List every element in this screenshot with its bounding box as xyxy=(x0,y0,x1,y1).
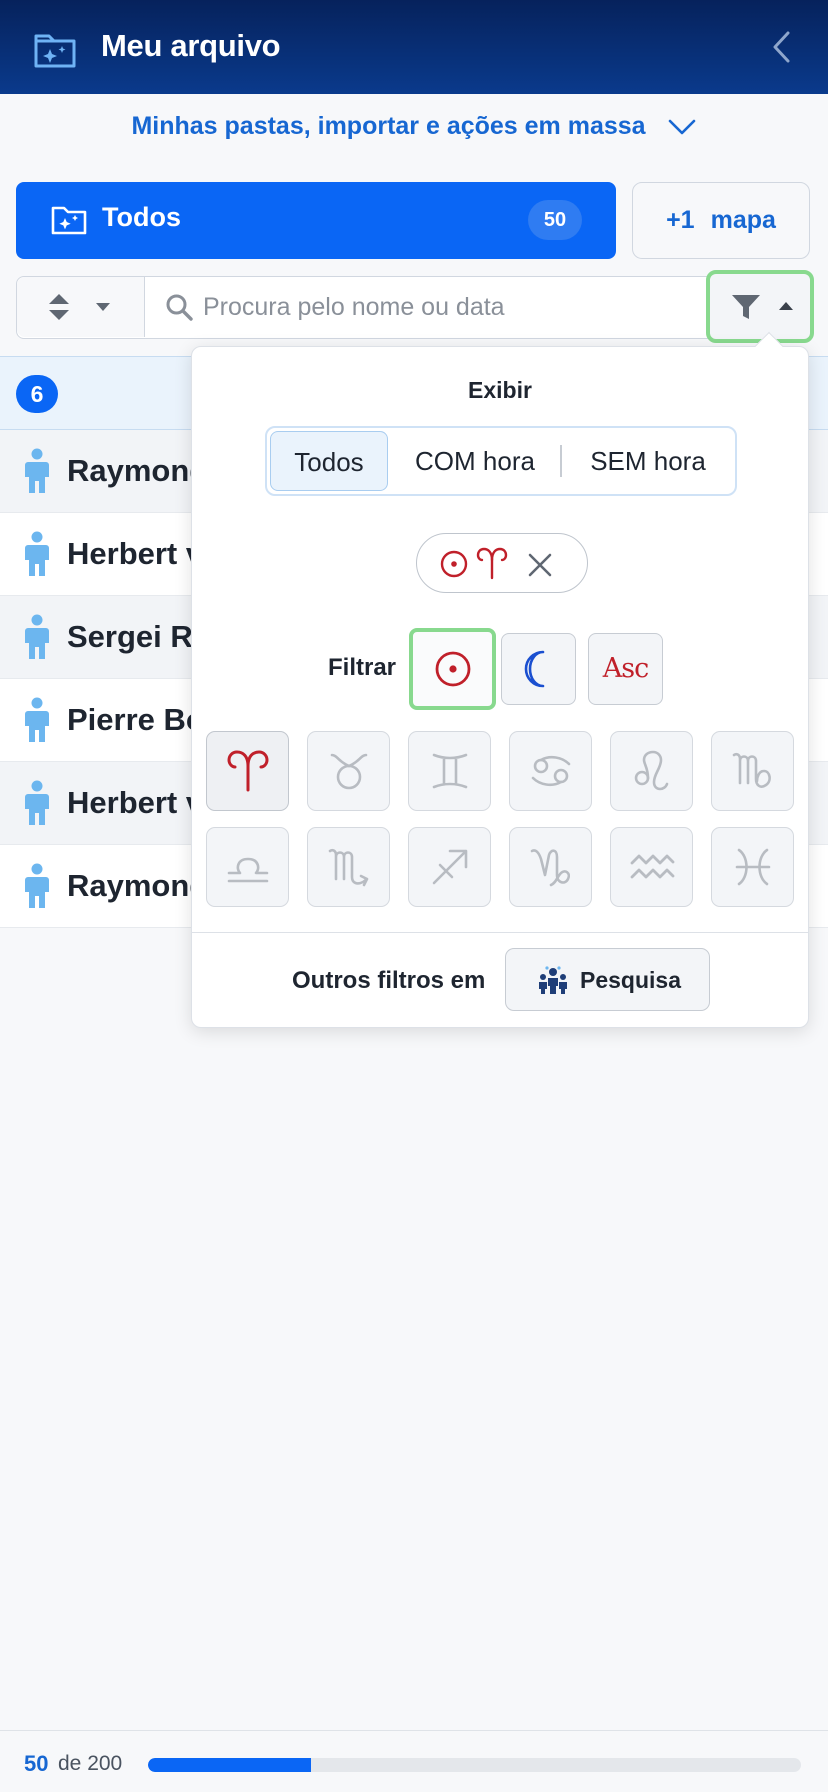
caret-up-icon xyxy=(779,302,793,310)
loaded-count: 50 xyxy=(24,1751,49,1776)
ascendant-label: Asc xyxy=(602,653,649,684)
research-button-label: Pesquisa xyxy=(580,967,681,993)
folders-menu-toggle[interactable]: Minhas pastas, importar e ações em massa xyxy=(0,112,828,141)
list-item-name: Herbert v xyxy=(67,785,204,820)
display-option-with-time[interactable]: COM hora xyxy=(392,431,558,491)
pisces-icon xyxy=(735,848,770,886)
aries-icon xyxy=(226,750,269,792)
tab-all-count: 50 xyxy=(528,200,582,240)
gemini-icon xyxy=(432,753,467,789)
sign-aquarius-button[interactable] xyxy=(610,827,693,907)
chevron-left-icon[interactable] xyxy=(770,30,792,64)
other-filters-label: Outros filtros em xyxy=(292,967,486,994)
progress-track xyxy=(148,1758,801,1772)
tab-all-label: Todos xyxy=(102,202,181,232)
sign-sagittarius-button[interactable] xyxy=(408,827,491,907)
add-map-button[interactable]: +1 mapa xyxy=(632,182,810,259)
display-option-without-time[interactable]: SEM hora xyxy=(563,431,733,491)
tab-all[interactable]: Todos 50 xyxy=(16,182,616,259)
sun-icon xyxy=(435,651,470,687)
list-item-name: Pierre Bo xyxy=(67,702,205,737)
search-bar xyxy=(16,276,812,339)
caret-down-icon xyxy=(96,303,110,311)
add-map-label: mapa xyxy=(710,206,776,234)
planet-moon-button[interactable] xyxy=(501,633,576,705)
virgo-icon xyxy=(732,752,771,788)
segment-divider xyxy=(560,445,562,477)
list-item-name: Raymond xyxy=(67,868,209,903)
person-icon xyxy=(25,531,49,576)
search-icon xyxy=(166,294,193,321)
sagittarius-icon xyxy=(432,849,467,885)
sort-button[interactable] xyxy=(17,277,145,337)
list-item-name: Raymond xyxy=(67,453,209,488)
person-icon xyxy=(25,780,49,825)
scorpio-icon xyxy=(328,848,368,887)
folder-sparkle-icon xyxy=(51,206,87,235)
sign-cancer-button[interactable] xyxy=(509,731,592,811)
sign-gemini-button[interactable] xyxy=(408,731,491,811)
close-icon[interactable] xyxy=(527,552,553,578)
funnel-icon xyxy=(732,295,760,319)
leo-icon xyxy=(634,750,668,791)
sign-leo-button[interactable] xyxy=(610,731,693,811)
cancer-icon xyxy=(531,755,570,787)
taurus-icon xyxy=(330,753,367,790)
sign-aries-button[interactable] xyxy=(206,731,289,811)
app-header: Meu arquivo xyxy=(0,0,828,94)
filter-popover: Exibir Todos COM hora SEM hora Filtrar A… xyxy=(191,331,809,1028)
aquarius-icon xyxy=(630,854,674,879)
person-icon xyxy=(25,614,49,659)
capricorn-icon xyxy=(530,849,570,887)
display-segmented-control: Todos COM hora SEM hora xyxy=(265,426,737,496)
moon-icon xyxy=(524,650,544,688)
popover-footer: Outros filtros em Pesquisa xyxy=(192,932,808,1027)
folders-link-label: Minhas pastas, importar e ações em massa xyxy=(131,112,646,140)
progress-fill xyxy=(148,1758,312,1772)
page-title: Meu arquivo xyxy=(101,28,281,63)
active-filter-chip[interactable] xyxy=(416,533,588,593)
sign-capricorn-button[interactable] xyxy=(509,827,592,907)
sign-scorpio-button[interactable] xyxy=(307,827,390,907)
folder-sparkle-icon xyxy=(34,34,76,68)
chevron-down-icon xyxy=(668,120,695,135)
total-count-label: de 200 xyxy=(58,1752,123,1775)
results-count-badge: 6 xyxy=(16,375,58,413)
filter-label: Filtrar xyxy=(328,654,397,681)
research-button[interactable]: Pesquisa xyxy=(505,948,710,1011)
sort-updown-icon xyxy=(49,294,69,320)
planet-sun-button[interactable] xyxy=(409,628,496,710)
sign-taurus-button[interactable] xyxy=(307,731,390,811)
list-item-name: Sergei Ra xyxy=(67,619,211,654)
list-item-name: Herbert v xyxy=(67,536,204,571)
search-input[interactable] xyxy=(203,285,703,329)
popover-title: Exibir xyxy=(468,377,532,403)
person-icon xyxy=(25,448,49,493)
add-map-plus: +1 xyxy=(666,206,695,234)
aries-icon xyxy=(476,547,508,580)
planet-ascendant-button[interactable]: Asc xyxy=(588,633,663,705)
sign-virgo-button[interactable] xyxy=(711,731,794,811)
load-progress-bar: 50 de 200 xyxy=(0,1730,828,1792)
libra-icon xyxy=(227,857,268,883)
person-icon xyxy=(25,697,49,742)
people-search-icon xyxy=(539,966,567,994)
sign-libra-button[interactable] xyxy=(206,827,289,907)
person-icon xyxy=(25,863,49,908)
display-option-all[interactable]: Todos xyxy=(270,431,388,491)
sign-pisces-button[interactable] xyxy=(711,827,794,907)
filter-button[interactable] xyxy=(706,270,814,343)
sun-icon xyxy=(440,550,468,578)
